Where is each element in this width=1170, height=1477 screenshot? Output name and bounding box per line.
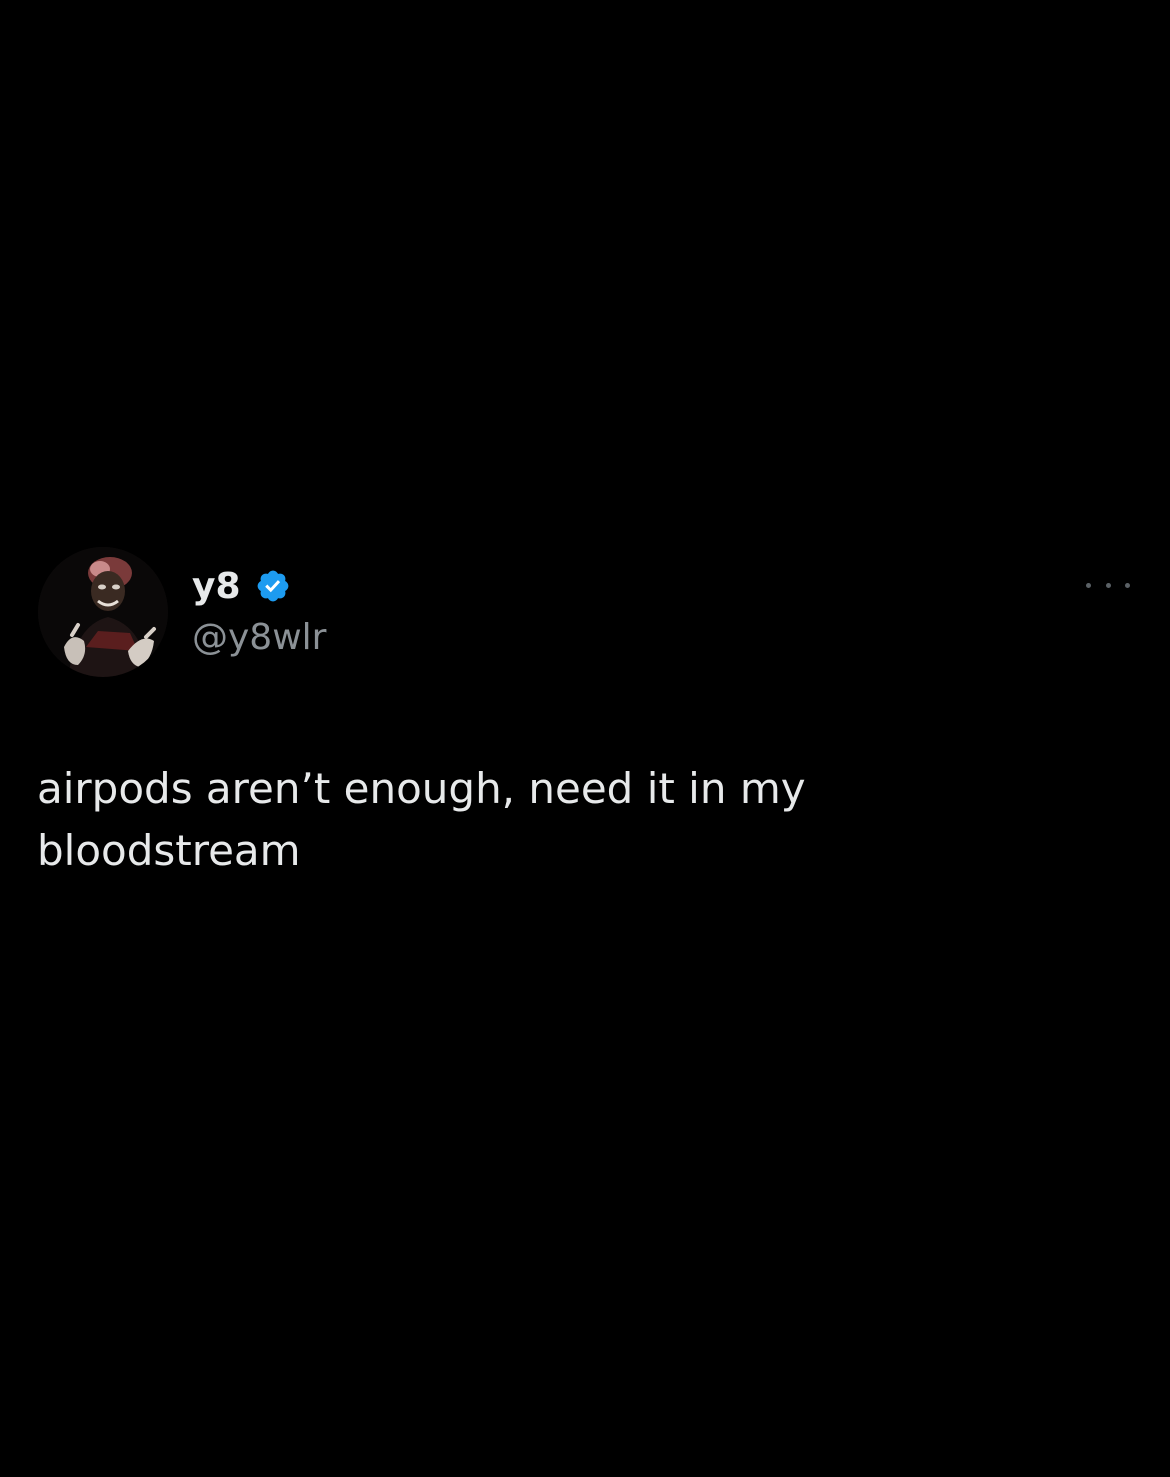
dot — [1086, 582, 1091, 588]
dot — [1105, 582, 1111, 588]
tweet-card: y8 @y8wlr airpods aren’t enough, need it… — [0, 0, 1170, 1477]
tweet-text: airpods aren’t enough, need it in my blo… — [37, 764, 806, 875]
author-handle[interactable]: @y8wlr — [192, 617, 326, 658]
ellipsis-icon[interactable] — [1086, 573, 1130, 597]
author-name-row[interactable]: y8 — [192, 560, 291, 612]
dot — [1125, 582, 1130, 588]
avatar[interactable] — [38, 547, 168, 677]
avatar-photo-icon — [38, 547, 168, 677]
display-name[interactable]: y8 — [192, 566, 241, 607]
verified-badge-icon — [255, 568, 291, 604]
